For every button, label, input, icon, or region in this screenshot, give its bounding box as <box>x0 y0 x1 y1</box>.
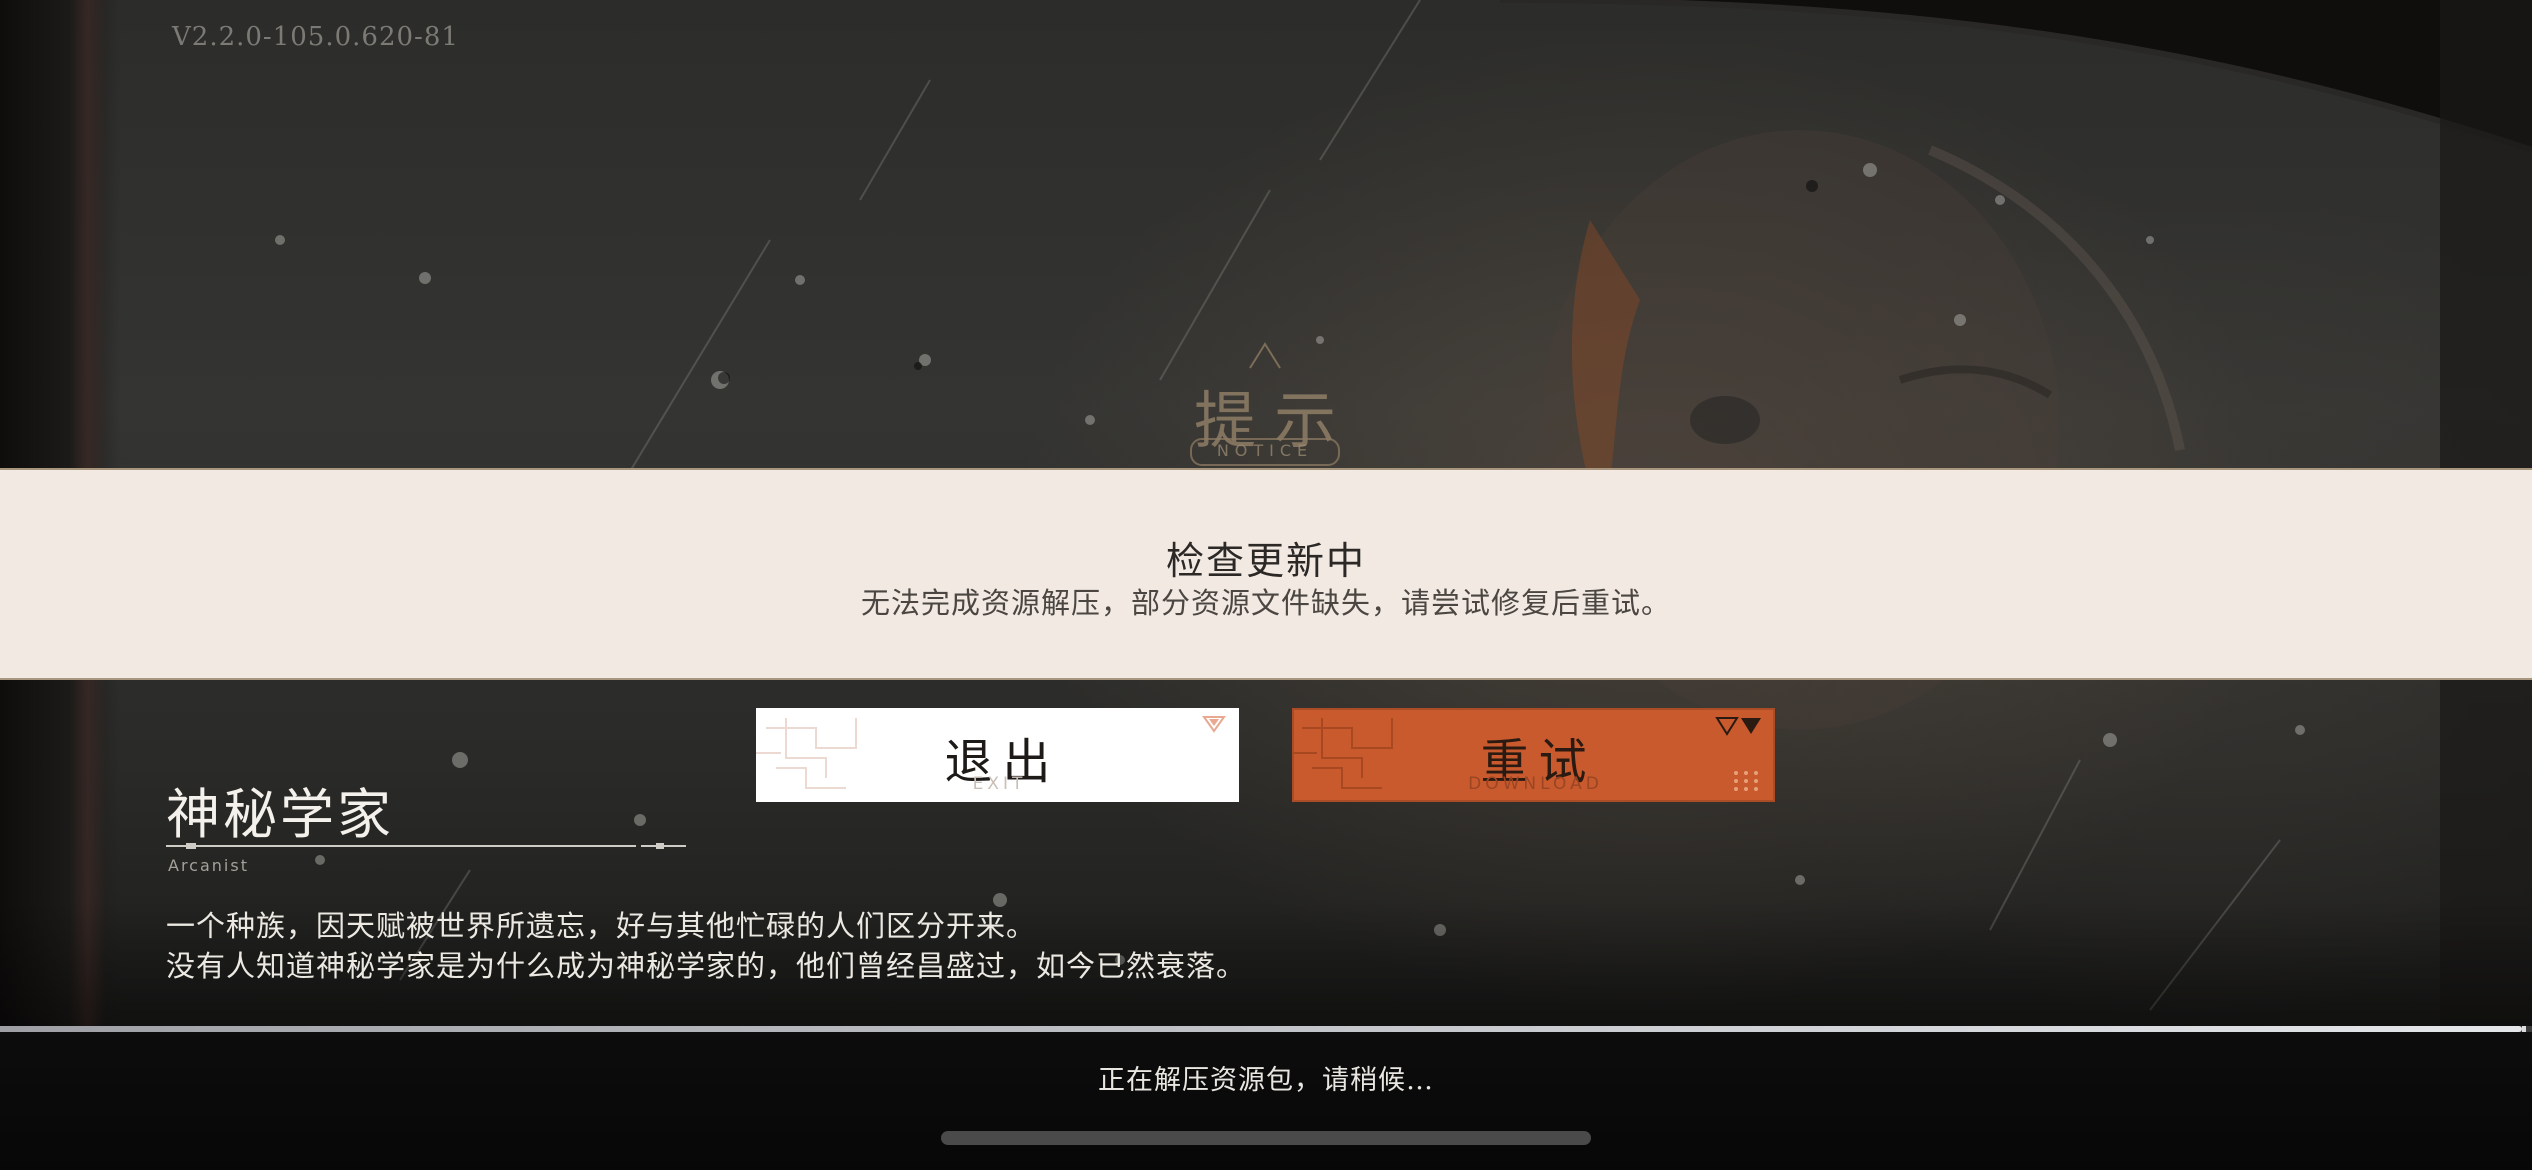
class-description-line: 一个种族，因天赋被世界所遗忘，好与其他忙碌的人们区分开来。 <box>166 909 1037 943</box>
version-label: V2.2.0-105.0.620-81 <box>172 22 459 52</box>
caret-up-icon <box>1249 342 1281 369</box>
status-text: 正在解压资源包，请稍候… <box>1098 1065 1434 1096</box>
progress-fill <box>0 1026 2522 1032</box>
class-description: 一个种族，因天赋被世界所遗忘，好与其他忙碌的人们区分开来。 没有人知道神秘学家是… <box>166 906 1246 986</box>
exit-button[interactable]: 退出 EXIT <box>756 708 1239 802</box>
bottom-bar <box>0 1030 2532 1170</box>
class-name-underline <box>166 843 686 849</box>
class-name: 神秘学家 <box>166 783 394 846</box>
exit-button-sublabel: EXIT <box>972 774 1027 794</box>
class-name-en: Arcanist <box>168 856 249 875</box>
progress-end-marker <box>2522 1026 2526 1032</box>
notice-title: 提示 NOTICE <box>1160 330 1370 470</box>
retry-button-sublabel: DOWNLOAD <box>1468 774 1603 794</box>
notice-title-en: NOTICE <box>1190 438 1340 466</box>
notice-dialog: 检查更新中 无法完成资源解压，部分资源文件缺失，请尝试修复后重试。 <box>0 468 2532 680</box>
notice-heading: 检查更新中 <box>1165 539 1366 583</box>
notice-message: 无法完成资源解压，部分资源文件缺失，请尝试修复后重试。 <box>860 586 1671 620</box>
class-description-line: 没有人知道神秘学家是为什么成为神秘学家的，他们曾经昌盛过，如今已然衰落。 <box>166 949 1247 983</box>
home-indicator[interactable] <box>941 1131 1591 1145</box>
retry-button[interactable]: 重试 DOWNLOAD <box>1292 708 1775 802</box>
